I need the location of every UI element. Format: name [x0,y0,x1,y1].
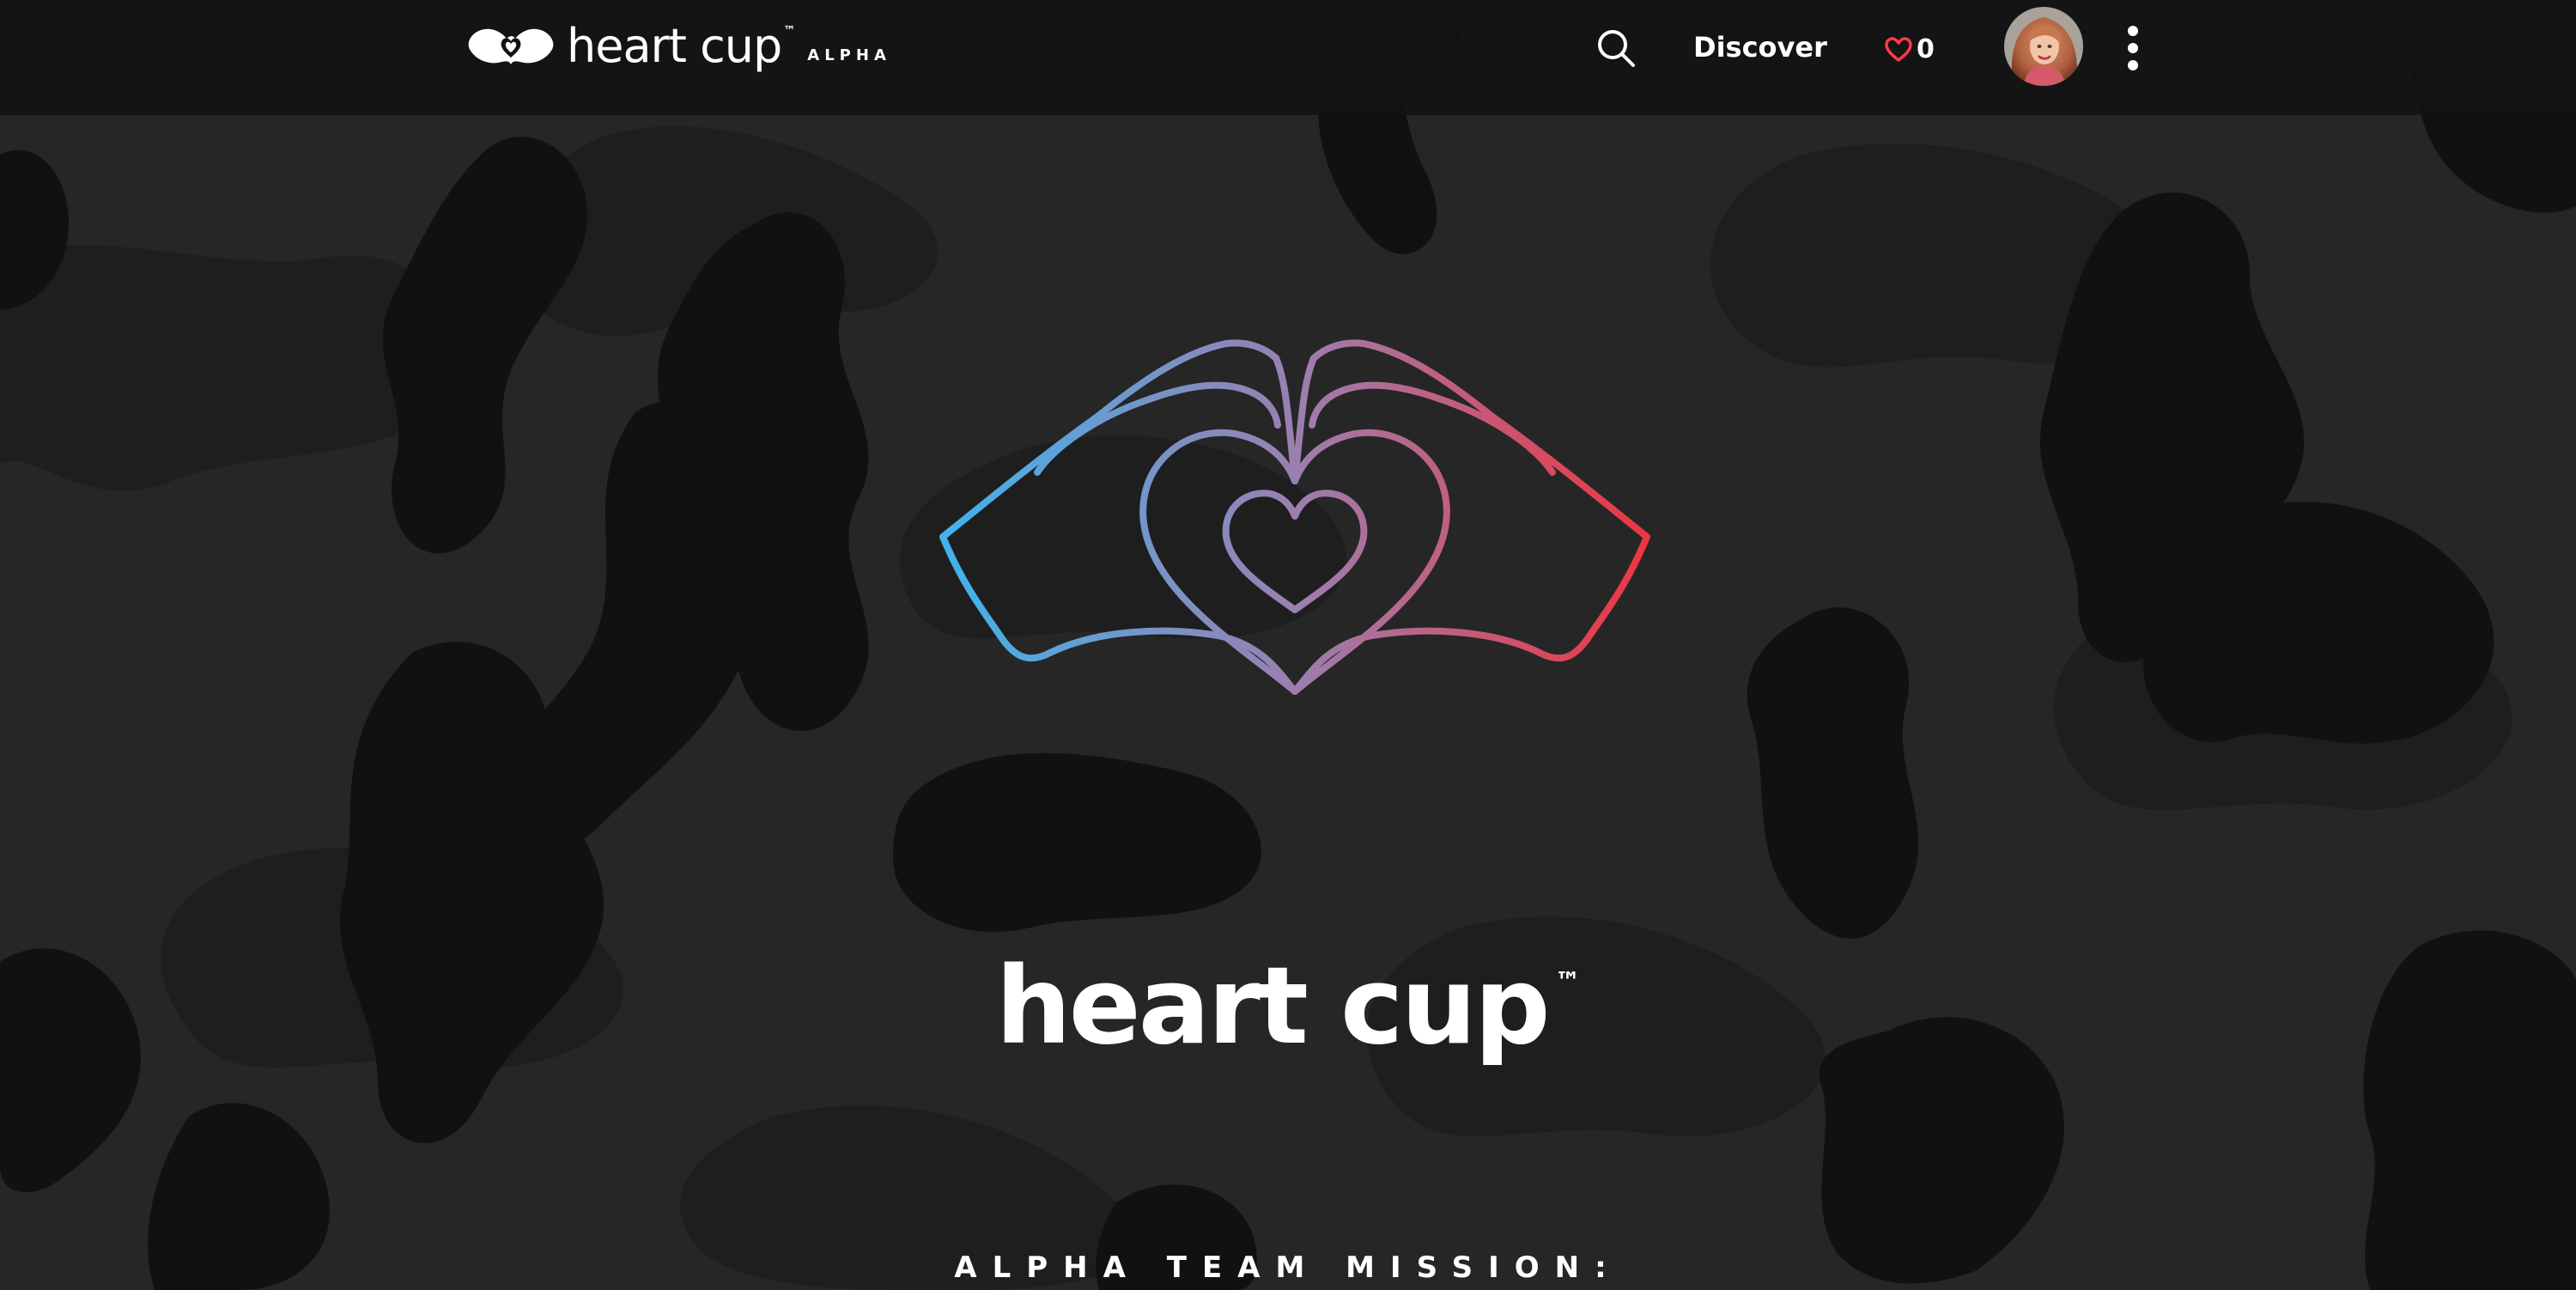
hero-trademark: ™ [1554,967,1581,997]
top-navbar: heart cup ™ ALPHA Discover 0 [0,0,2576,115]
hero-title: heart cup ™ [0,945,2576,1068]
avatar-image [2004,7,2083,86]
likes-count: 0 [1917,34,1935,64]
page: heart cup ™ ALPHA Discover 0 heart cup ™… [0,0,2576,1290]
brand-home-link[interactable]: heart cup ™ ALPHA [464,15,891,76]
hero-title-text: heart cup [995,945,1550,1068]
hands-heart-logo-icon [468,28,554,64]
likes-counter[interactable]: 0 [1884,34,1935,64]
discover-link[interactable]: Discover [1693,31,1827,64]
mission-heading: ALPHA TEAM MISSION: [954,1250,1622,1285]
brand-trademark: ™ [783,24,796,38]
hands-heart-icon [939,339,1650,695]
brand-stage-label: ALPHA [807,46,891,64]
user-avatar[interactable] [2004,7,2083,86]
vertical-ellipsis-icon[interactable] [2123,24,2143,72]
heart-outline-icon [1885,36,1912,62]
search-icon[interactable] [1595,27,1637,69]
brand-name: heart cup [567,18,782,73]
